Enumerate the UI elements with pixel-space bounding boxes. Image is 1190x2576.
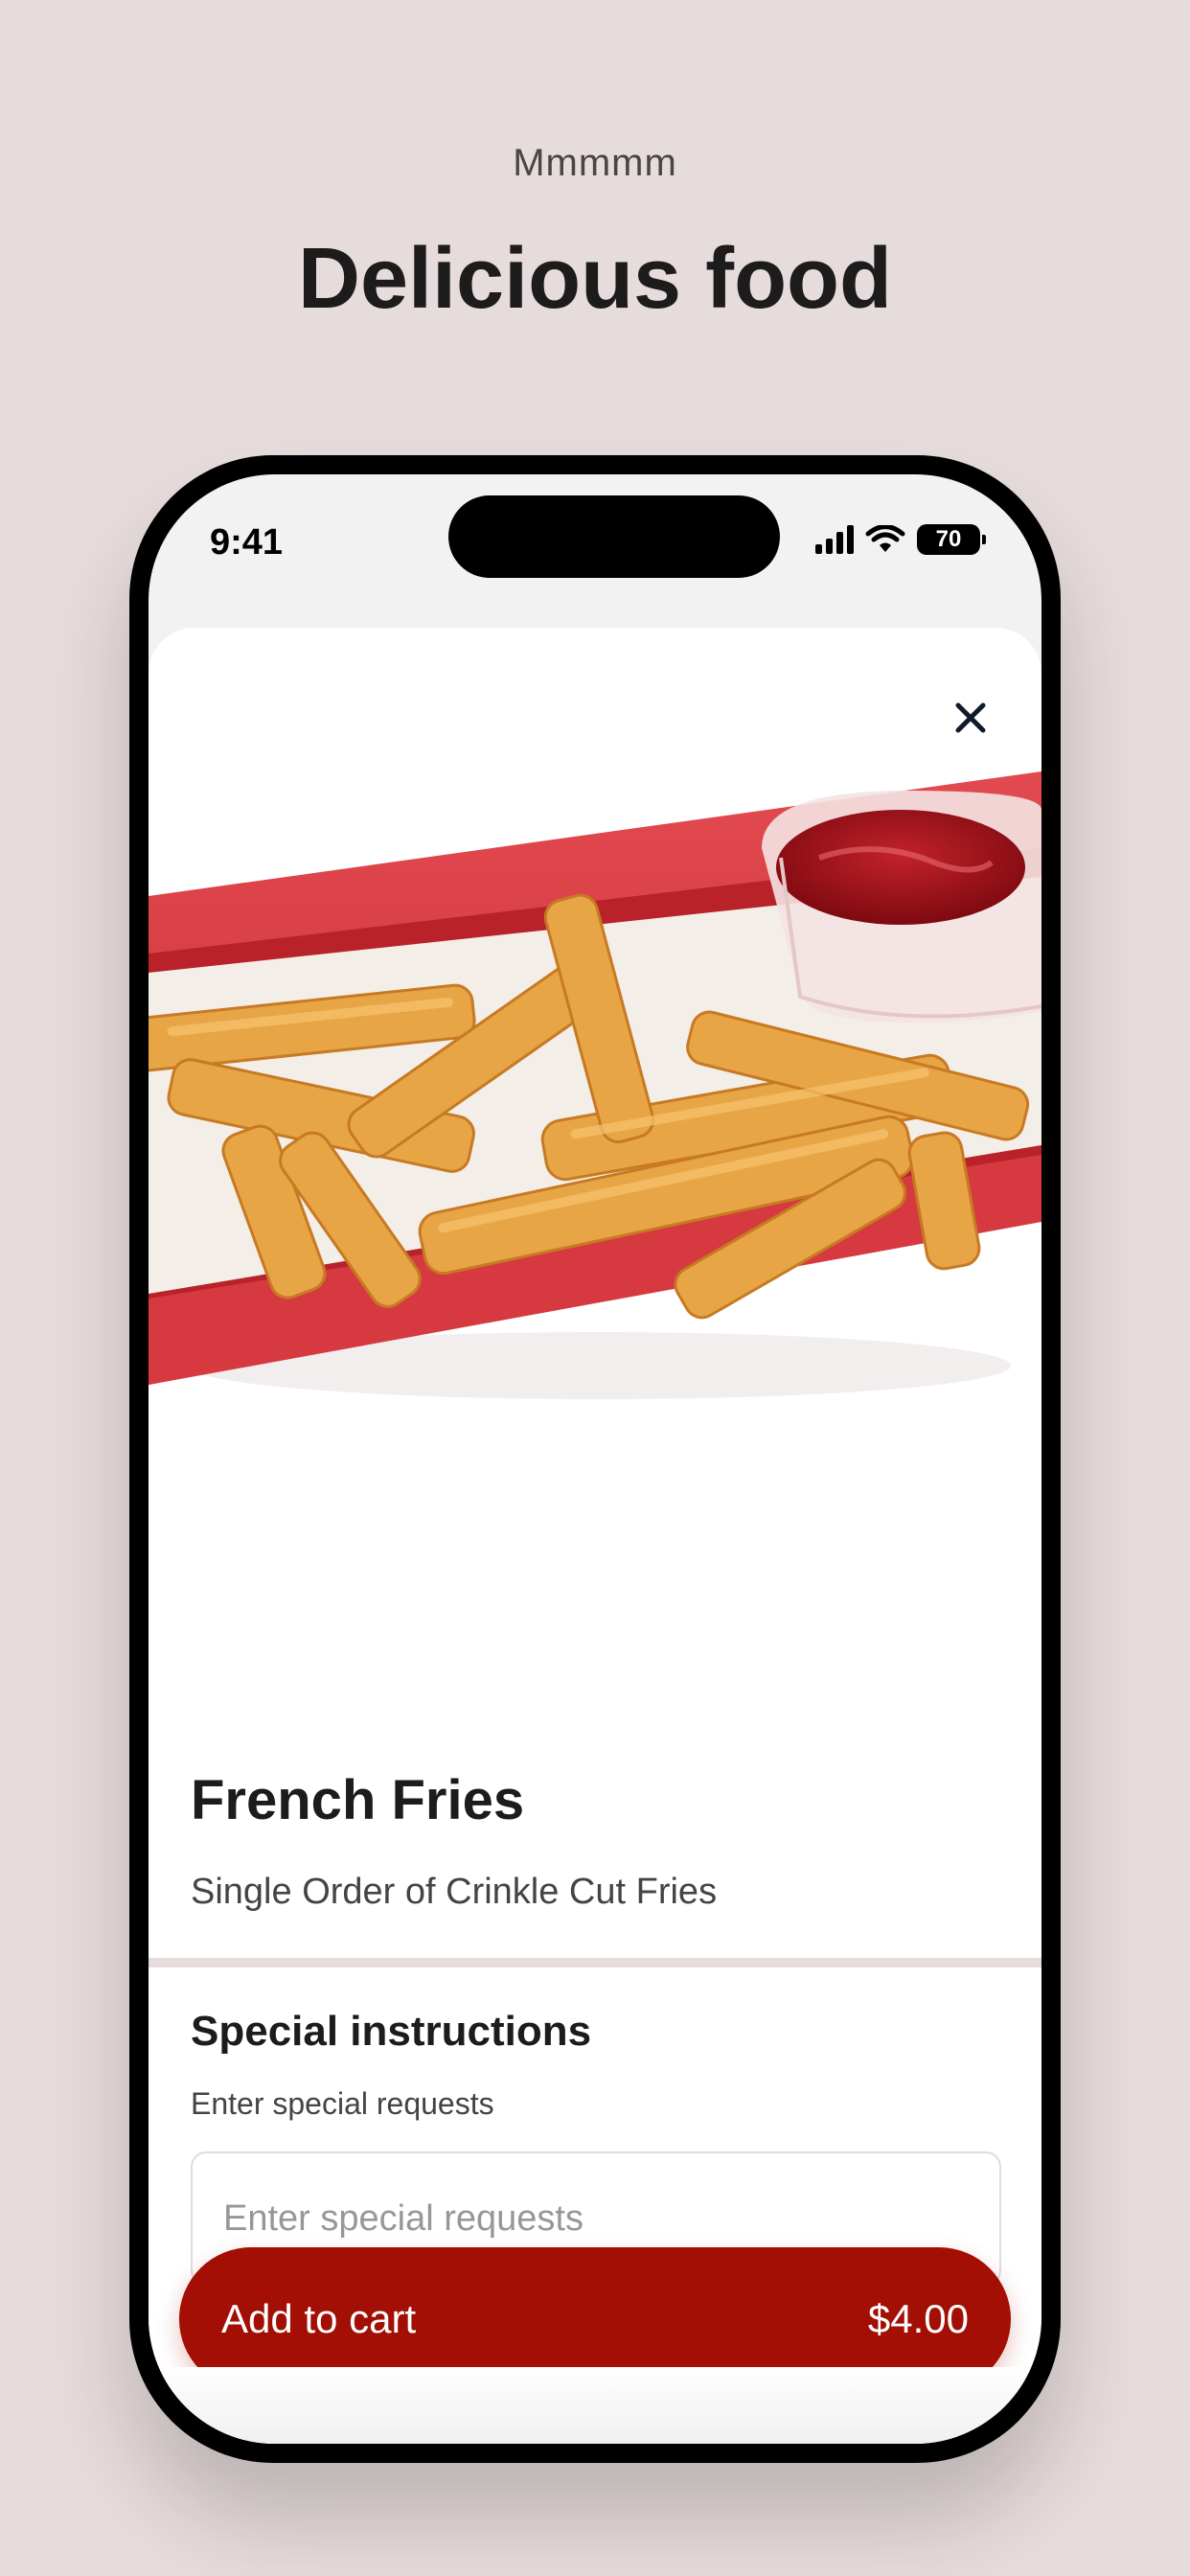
product-name: French Fries <box>191 1769 525 1831</box>
wifi-icon <box>865 525 905 552</box>
product-sheet: French Fries Single Order of Crinkle Cut… <box>149 628 1041 2444</box>
section-divider <box>149 1958 1041 1967</box>
battery-icon: 70 <box>917 524 986 555</box>
special-instructions-label: Enter special requests <box>191 2086 494 2121</box>
status-icons: 70 <box>815 524 986 555</box>
add-to-cart-label: Add to cart <box>221 2296 417 2341</box>
close-button[interactable] <box>950 697 992 739</box>
status-time: 9:41 <box>210 522 284 563</box>
phone-screen: 9:41 70 French Fries Single Order of Cri… <box>149 474 1041 2444</box>
page-kicker: Mmmmm <box>513 142 677 184</box>
cart-price: $4.00 <box>867 2296 969 2341</box>
close-icon <box>955 702 986 733</box>
phone-frame: 9:41 70 French Fries Single Order of Cri… <box>129 455 1061 2463</box>
page-headline: Delicious food <box>297 231 893 327</box>
signal-icon <box>815 525 854 554</box>
french-fries-photo <box>149 771 1041 1399</box>
home-indicator-area <box>149 2367 1041 2444</box>
special-instructions-title: Special instructions <box>191 2008 592 2055</box>
product-description: Single Order of Crinkle Cut Fries <box>191 1872 718 1912</box>
dynamic-island <box>448 495 780 578</box>
